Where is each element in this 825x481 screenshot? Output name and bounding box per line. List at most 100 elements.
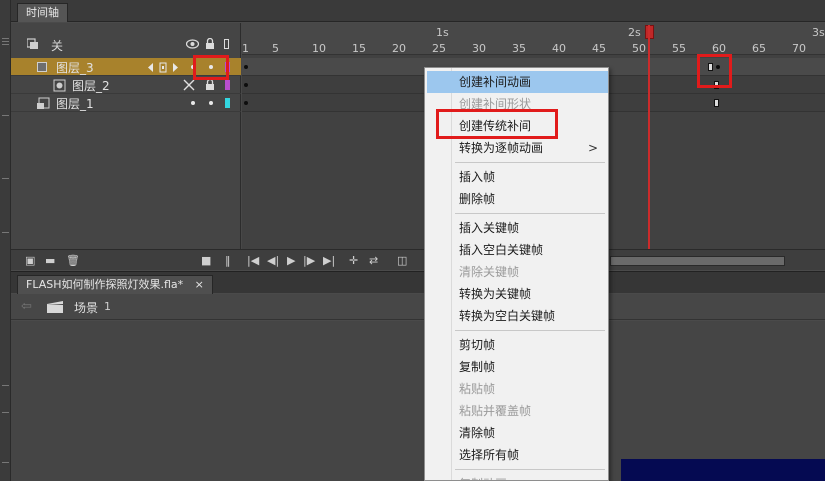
end-frame-marker[interactable] [708,63,713,71]
menu-item-create-motion-tween[interactable]: 创建补间动画 [427,71,608,93]
ruler-number: 60 [712,42,726,55]
menu-item-delete-frame[interactable]: 删除帧 [427,188,608,210]
layer-name[interactable]: 图层_2 [72,77,110,94]
menu-item-paste-overwrite-frames[interactable]: 粘贴并覆盖帧 [427,400,608,422]
menu-item-select-all-frames[interactable]: 选择所有帧 [427,444,608,466]
timeline-scrollbar[interactable] [610,256,785,266]
menu-item-convert-frame-by-frame[interactable]: 转换为逐帧动画 > [427,137,608,159]
delete-trash-icon[interactable]: 🗑 [66,254,80,267]
stage-area[interactable] [11,321,825,481]
loop-icon[interactable]: ⇄ [369,254,378,267]
goto-first-frame-icon[interactable]: |◀ [247,254,259,267]
menu-item-copy-motion[interactable]: 复制动画 [427,473,608,480]
strip-mark [2,232,9,233]
scene-label[interactable]: 场景 [74,299,98,316]
keyframe-nav-icon[interactable] [147,62,181,73]
visibility-dot[interactable] [191,101,195,105]
menu-item-paste-frames[interactable]: 粘贴帧 [427,378,608,400]
layer-header-label: 关 [51,39,64,53]
back-arrow-icon[interactable]: ⇦ [21,299,32,314]
menu-item-create-classic-tween[interactable]: 创建传统补间 [427,115,608,137]
menu-item-insert-keyframe[interactable]: 插入关键帧 [427,217,608,239]
onion-skin-icon[interactable]: ◫ [397,254,407,267]
step-forward-icon[interactable]: |▶ [303,254,315,267]
layer-row-3[interactable]: 图层_3 [11,58,241,76]
keyframe[interactable] [716,65,720,69]
step-back-icon[interactable]: ◀| [267,254,279,267]
outline-icon[interactable] [224,39,229,49]
lock-dot[interactable] [209,65,213,69]
ruler-number: 65 [752,42,766,55]
strip-mark [2,412,9,413]
play-icon[interactable]: ▶ [287,254,295,267]
ruler-number: 15 [352,42,366,55]
layer-folder-icon [27,38,38,49]
layer-name[interactable]: 图层_1 [56,95,94,112]
keyframe[interactable] [244,65,248,69]
layer-color-swatch[interactable] [225,98,230,108]
layer-name[interactable]: 图层_3 [56,59,94,76]
menu-item-convert-to-blank-keyframe[interactable]: 转换为空白关键帧 [427,305,608,327]
layer-type-icon [37,62,47,72]
end-frame-marker[interactable] [714,81,719,89]
ruler-number: 25 [432,42,446,55]
menu-item-convert-to-keyframe[interactable]: 转换为关键帧 [427,283,608,305]
end-frame-marker[interactable] [714,99,719,107]
goto-last-frame-icon[interactable]: ▶| [323,254,335,267]
menu-separator [455,162,605,163]
ruler-number: 55 [672,42,686,55]
ruler-number: 30 [472,42,486,55]
ruler-second: 1s [436,26,449,39]
strip-mark [2,462,9,463]
pause-icon[interactable]: ‖ [225,254,231,267]
new-folder-icon[interactable]: ▬ [45,254,55,267]
menu-item-insert-blank-keyframe[interactable]: 插入空白关键帧 [427,239,608,261]
menu-item-clear-keyframe[interactable]: 清除关键帧 [427,261,608,283]
ruler-number: 50 [632,42,646,55]
tab-document[interactable]: FLASH如何制作探照灯效果.fla* × [17,275,213,294]
playhead-line[interactable] [648,25,650,270]
strip-mark [2,41,9,42]
document-tab-bar: FLASH如何制作探照灯效果.fla* × [11,271,825,294]
ruler-number: 40 [552,42,566,55]
camera-icon[interactable]: ■ [201,254,211,267]
layer-header: 关 [11,35,241,55]
keyframe[interactable] [244,101,248,105]
timeline-panel: 关 图层_3 图层_2 图层_1 1 5 10 15 20 25 30 35 4… [11,23,825,270]
ruler-number: 10 [312,42,326,55]
ruler-number: 1 [242,42,249,55]
ruler-number: 5 [272,42,279,55]
menu-item-create-shape-tween[interactable]: 创建补间形状 [427,93,608,115]
layers-panel: 关 图层_3 图层_2 图层_1 [11,23,241,249]
keyframe[interactable] [244,83,248,87]
scene-number: 1 [104,300,111,313]
center-frame-icon[interactable]: ✛ [349,254,358,267]
strip-mark [2,178,9,179]
menu-separator [455,213,605,214]
menu-item-clear-frames[interactable]: 清除帧 [427,422,608,444]
menu-item-copy-frames[interactable]: 复制帧 [427,356,608,378]
layer-row-1[interactable]: 图层_1 [11,94,241,112]
eye-icon[interactable] [186,39,199,49]
lock-dot[interactable] [209,101,213,105]
menu-item-insert-frame[interactable]: 插入帧 [427,166,608,188]
layer-row-2[interactable]: 图层_2 [11,76,241,94]
stage-content [621,459,825,481]
masked-layer-icon [37,97,50,109]
lock-icon[interactable] [205,79,215,91]
strip-mark [2,38,9,39]
layer-color-swatch[interactable] [225,80,230,90]
left-tool-strip [0,0,11,481]
frame-ruler[interactable]: 1 5 10 15 20 25 30 35 40 45 50 55 60 65 … [242,23,825,55]
lock-icon[interactable] [205,38,215,50]
close-icon[interactable]: × [195,278,204,291]
document-title: FLASH如何制作探照灯效果.fla* [26,278,184,291]
visibility-dot[interactable] [191,65,195,69]
hidden-x-icon[interactable] [183,79,195,91]
timeline-controls: ▣ ▬ 🗑 ■ ‖ |◀ ◀| ▶ |▶ ▶| ✛ ⇄ ◫ [11,249,825,270]
tab-timeline[interactable]: 时间轴 [17,3,68,22]
menu-item-cut-frames[interactable]: 剪切帧 [427,334,608,356]
strip-mark [2,44,9,45]
new-layer-icon[interactable]: ▣ [25,254,35,267]
layer-color-swatch[interactable] [225,62,230,72]
